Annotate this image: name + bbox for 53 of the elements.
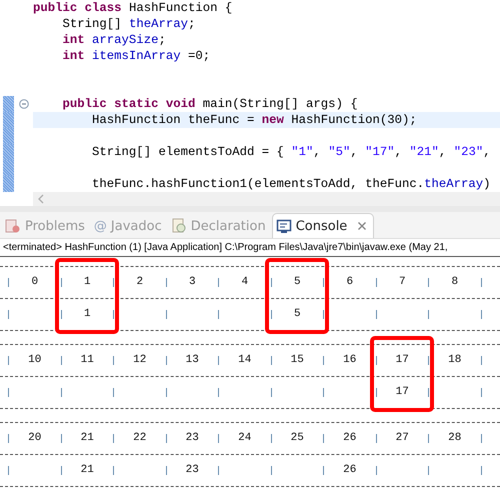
slot-index: 1	[82, 276, 92, 288]
slot-value: 23	[184, 464, 200, 476]
slot-index: 12	[132, 354, 148, 366]
slot-index: 5	[292, 276, 302, 288]
slot-index: 3	[188, 276, 197, 288]
slot-index: 16	[342, 354, 358, 366]
slot-index: 17	[394, 354, 410, 366]
close-icon[interactable]	[357, 221, 368, 231]
document-icon	[170, 218, 187, 234]
slot-value: 26	[342, 464, 358, 476]
code-line: int itemsInArray =0;	[62, 49, 210, 63]
monitor-icon	[276, 218, 292, 234]
code-line: public class HashFunction {	[33, 1, 232, 15]
slot-index: 4	[240, 276, 250, 288]
slot-value: 17	[394, 386, 410, 398]
slot-index: 23	[184, 432, 200, 444]
slot-index: 2	[135, 276, 144, 288]
slot-index: 10	[27, 354, 42, 366]
slot-index: 27	[394, 432, 410, 444]
slot-index: 15	[290, 354, 305, 366]
slot-index: 13	[184, 354, 200, 366]
slot-value: 5	[292, 308, 302, 320]
code-line: theFunc.hashFunction1(elementsToAdd, theFunc.theArray)	[91, 177, 491, 191]
slot-index: 14	[237, 354, 252, 366]
code-line: int arraySize;	[62, 33, 166, 47]
slot-index: 28	[447, 432, 462, 444]
slot-index: 21	[80, 432, 95, 444]
panel-tab[interactable]: Problems	[2, 214, 91, 238]
slot-index: 25	[290, 432, 305, 444]
console-status-line: <terminated> HashFunction (1) [Java Application] C:\Program Files\Java\jre7\bin\javaw.exe (May 21,	[0, 239, 500, 257]
slot-index: 22	[132, 432, 148, 444]
slot-index: 20	[27, 432, 42, 444]
slot-value: 1	[82, 308, 92, 320]
panel-tab[interactable]: @ Javadoc	[90, 214, 168, 238]
slot-index: 24	[237, 432, 252, 444]
slot-index: 8	[450, 276, 460, 288]
slot-index: 6	[345, 276, 354, 288]
slot-index: 7	[398, 276, 407, 288]
panel-tab[interactable]: Declaration	[168, 214, 272, 238]
at-sign-icon: @	[94, 218, 107, 234]
code-line: public static void main(String[] args) {	[62, 97, 358, 111]
code-line: String[] theArray;	[62, 17, 196, 31]
problems-icon	[5, 218, 21, 234]
slot-index: 11	[80, 354, 95, 366]
slot-index: 26	[342, 432, 358, 444]
slot-index: 0	[30, 276, 40, 288]
panel-tab[interactable]: Console	[272, 213, 374, 238]
slot-index: 18	[447, 354, 462, 366]
scroll-left-icon[interactable]	[37, 194, 45, 204]
collapse-icon[interactable]	[18, 99, 28, 109]
code-line: String[] elementsToAdd = { "1", "5", "17", "21", "23",	[91, 145, 491, 159]
slot-value: 21	[80, 464, 95, 476]
code-line: HashFunction theFunc = new HashFunction(30);	[91, 113, 417, 127]
